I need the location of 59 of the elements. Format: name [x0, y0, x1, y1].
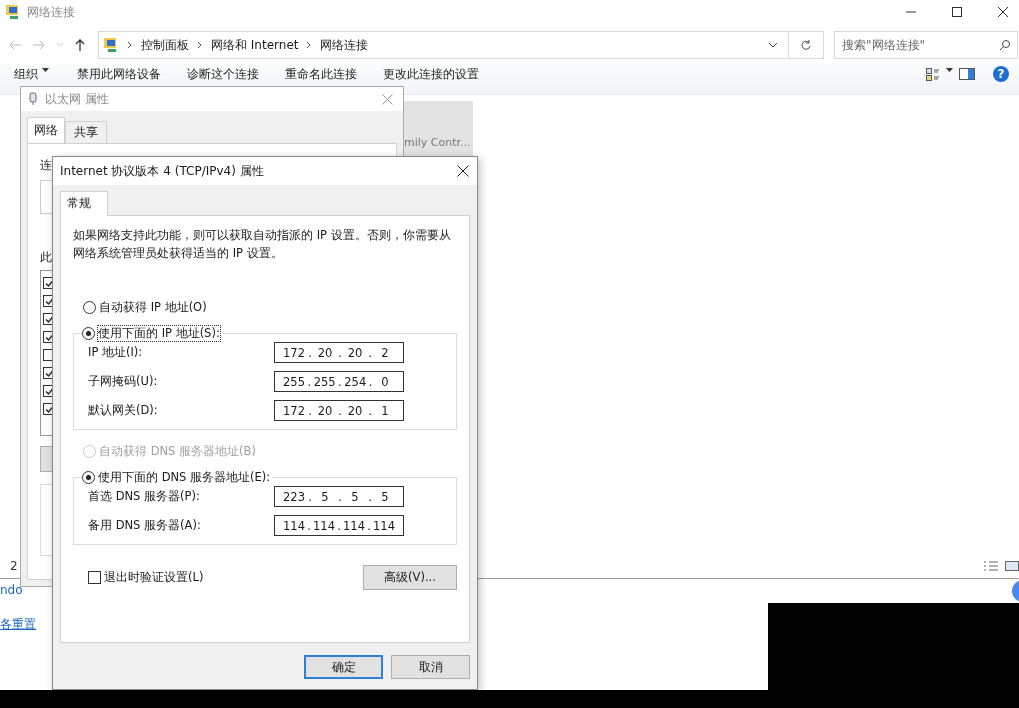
address-bar[interactable]: 控制面板 网络和 Internet 网络连接: [98, 31, 789, 59]
up-arrow-icon[interactable]: [74, 38, 86, 52]
ip-address-field[interactable]: 172 . 20 . 20 . 2: [274, 342, 404, 363]
checkbox-label[interactable]: 退出时验证设置(L): [104, 570, 204, 585]
connection-tile[interactable]: mily Contr...: [404, 101, 473, 159]
item-count: 2: [10, 559, 18, 573]
ok-button[interactable]: 确定: [304, 655, 383, 679]
tiles-view-icon[interactable]: [1005, 560, 1019, 572]
dialog-title: Internet 协议版本 4 (TCP/IPv4) 属性: [60, 162, 264, 180]
breadcrumb-item[interactable]: 网络和 Internet: [211, 36, 299, 54]
refresh-button[interactable]: [789, 31, 824, 59]
search-field[interactable]: 搜索"网络连接": [834, 31, 1018, 59]
cancel-button[interactable]: 取消: [391, 655, 470, 679]
chevron-right-icon: [306, 41, 313, 49]
network-folder-icon: [103, 37, 119, 53]
field-label: 默认网关(D):: [88, 403, 159, 418]
window-title: 网络连接: [27, 3, 75, 21]
help-button[interactable]: ?: [993, 66, 1009, 82]
radio-label[interactable]: 自动获得 IP 地址(O): [99, 300, 207, 315]
search-icon: [999, 39, 1011, 51]
chevron-right-icon: [197, 41, 203, 49]
tab[interactable]: 网络: [27, 117, 65, 145]
refresh-icon: [800, 39, 812, 51]
preview-pane-icon[interactable]: [959, 68, 975, 80]
description-text: 如果网络支持此功能，则可以获取自动指派的 IP 设置。否则，你需要从网络系统管理员处获得适当的 IP 设置。: [73, 227, 452, 262]
field-label: 子网掩码(U):: [88, 374, 159, 389]
network-folder-icon: [5, 4, 21, 20]
link[interactable]: 各重置: [0, 616, 36, 633]
network-adapter-icon: [29, 92, 37, 106]
link-fragment[interactable]: ndo: [0, 583, 23, 597]
dialog-title: 以太网 属性: [45, 90, 109, 108]
ip-address-field[interactable]: 255 . 255 . 254 . 0: [274, 371, 404, 392]
close-icon[interactable]: [457, 165, 469, 177]
section-label: 连: [40, 158, 52, 172]
checkbox[interactable]: [88, 571, 101, 584]
chevron-right-icon: [127, 41, 133, 49]
tab[interactable]: 常规: [60, 191, 108, 216]
toolbar-item[interactable]: 组织: [14, 66, 38, 83]
field-label: 备用 DNS 服务器(A):: [88, 518, 202, 533]
breadcrumb-item[interactable]: 网络连接: [320, 36, 369, 54]
caret-icon[interactable]: [946, 68, 953, 72]
advanced-button[interactable]: 高级(V)...: [363, 565, 457, 590]
ip-address-field[interactable]: 114 . 114 . 114 . 114: [274, 515, 404, 536]
field-label: 首选 DNS 服务器(P):: [88, 489, 201, 504]
toolbar-item[interactable]: 重命名此连接: [285, 66, 357, 83]
view-options-icon[interactable]: [926, 68, 940, 81]
breadcrumb-item[interactable]: 控制面板: [141, 36, 189, 54]
toolbar-item[interactable]: 诊断这个连接: [187, 66, 259, 83]
close-icon[interactable]: [997, 6, 1009, 18]
toolbar-item[interactable]: 更改此连接的设置: [383, 66, 479, 83]
toolbar-item[interactable]: 禁用此网络设备: [77, 66, 161, 83]
tab[interactable]: 共享: [65, 121, 107, 143]
field-label: IP 地址(I):: [88, 345, 144, 360]
ip-address-field[interactable]: 172 . 20 . 20 . 1: [274, 400, 404, 421]
section-label: 此: [40, 250, 52, 264]
ip-address-field[interactable]: 223 . 5 . 5 . 5: [274, 486, 404, 507]
maximize-icon[interactable]: [951, 6, 963, 18]
dropdown-caret-icon[interactable]: [768, 42, 778, 48]
caret-icon[interactable]: [42, 68, 49, 72]
